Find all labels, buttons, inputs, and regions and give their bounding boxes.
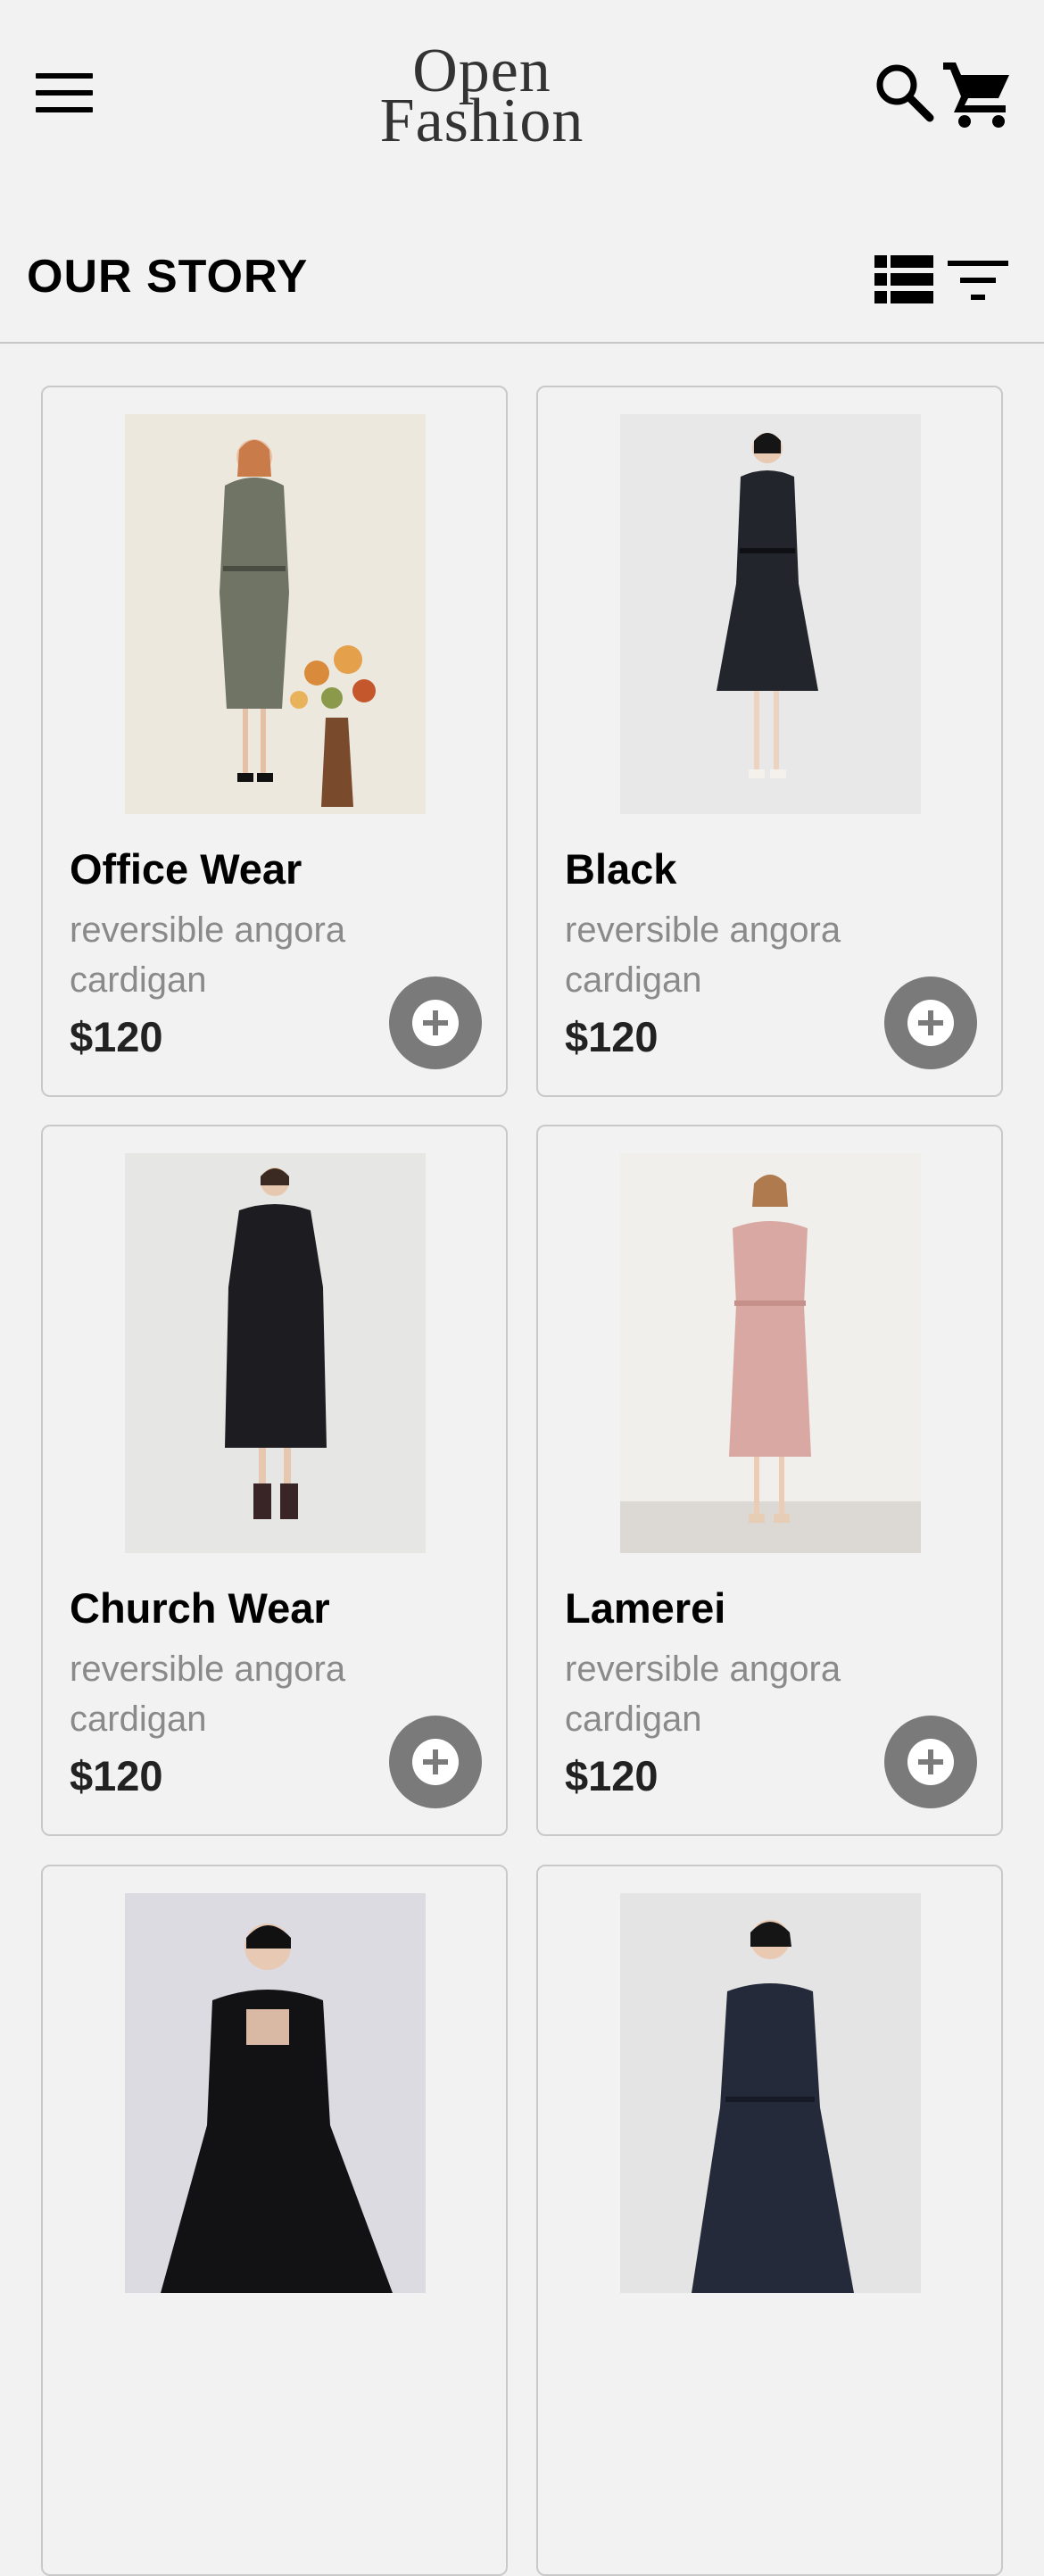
product-image[interactable] — [125, 414, 426, 814]
product-card[interactable]: Black reversible angora cardigan $120 — [536, 386, 1003, 1097]
product-card[interactable]: Church Wear reversible angora cardigan $… — [41, 1125, 508, 1836]
product-price: $120 — [70, 1013, 163, 1060]
product-name: Lamerei — [565, 1584, 726, 1632]
product-description: reversible angora cardigan — [70, 1649, 346, 1739]
plus-circle-icon[interactable] — [884, 976, 977, 1069]
section-header: OUR STORY — [0, 223, 1044, 344]
product-price: $120 — [565, 1752, 659, 1799]
product-price: $120 — [565, 1013, 659, 1060]
product-card[interactable]: Lamerei reversible angora cardigan $120 — [536, 1125, 1003, 1836]
top-app-bar: Open Fashion — [0, 0, 1044, 192]
filter-icon[interactable] — [948, 259, 1008, 303]
plus-circle-icon[interactable] — [389, 1716, 482, 1808]
product-card[interactable]: Office Wear reversible angora cardigan $… — [41, 386, 508, 1097]
product-image[interactable] — [620, 1153, 921, 1553]
product-image[interactable] — [620, 414, 921, 814]
product-image[interactable] — [125, 1893, 426, 2293]
product-name: Church Wear — [70, 1584, 330, 1632]
product-card[interactable] — [41, 1865, 508, 2576]
product-name: Office Wear — [70, 845, 302, 893]
product-description: reversible angora cardigan — [565, 910, 841, 1000]
product-price: $120 — [70, 1752, 163, 1799]
product-image[interactable] — [125, 1153, 426, 1553]
product-description: reversible angora cardigan — [565, 1649, 841, 1739]
product-card[interactable] — [536, 1865, 1003, 2576]
shopping-cart-icon[interactable] — [941, 57, 1013, 129]
list-view-icon[interactable] — [874, 255, 933, 303]
plus-circle-icon[interactable] — [884, 1716, 977, 1808]
section-title: OUR STORY — [27, 251, 309, 303]
product-description: reversible angora cardigan — [70, 910, 346, 1000]
search-icon[interactable] — [873, 61, 935, 123]
logo-line-2: Fashion — [379, 87, 584, 155]
product-image[interactable] — [620, 1893, 921, 2293]
product-name: Black — [565, 845, 677, 893]
hamburger-menu-icon[interactable] — [36, 73, 93, 112]
brand-logo[interactable]: Open Fashion — [366, 40, 598, 155]
plus-circle-icon[interactable] — [389, 976, 482, 1069]
